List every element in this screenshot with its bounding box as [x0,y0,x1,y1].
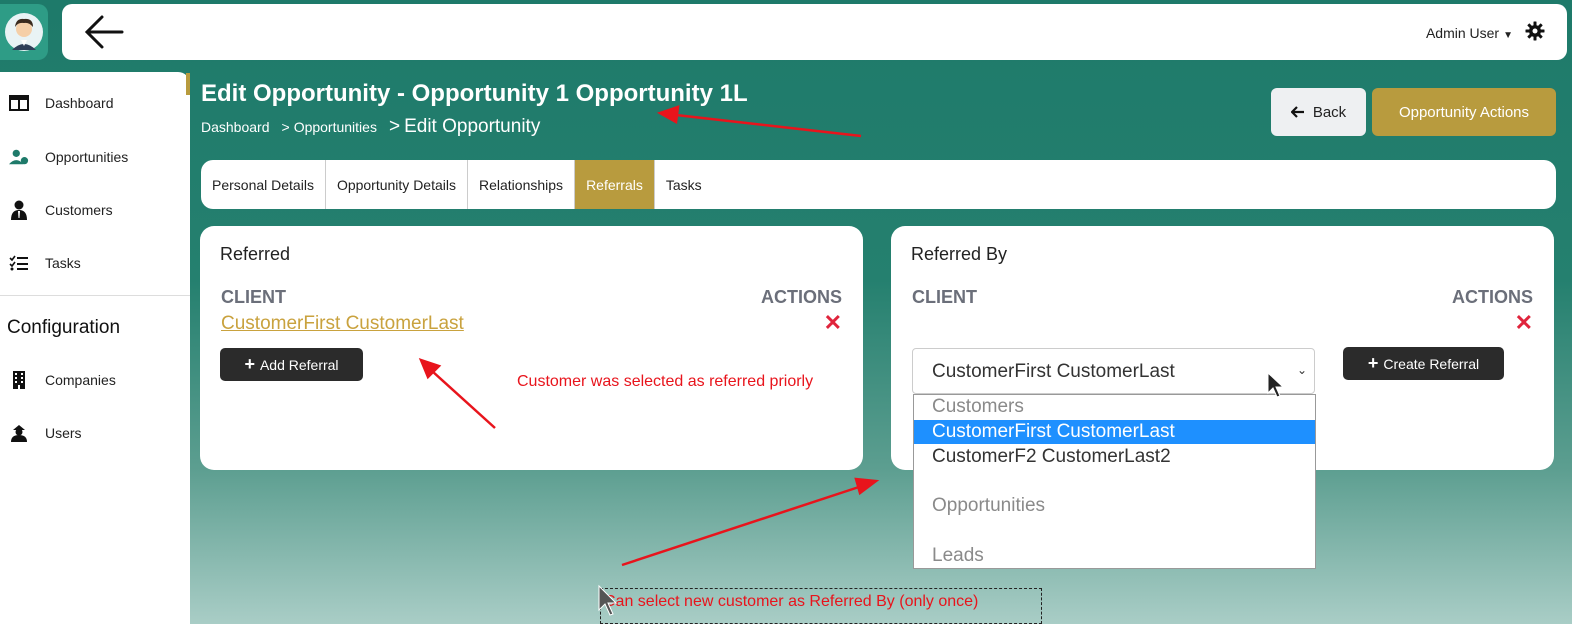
gear-icon[interactable] [1525,21,1545,41]
back-button[interactable]: Back [1271,88,1366,136]
actions-column-header: ACTIONS [1452,287,1533,307]
sidebar-item-dashboard[interactable]: Dashboard [0,85,190,121]
chevron-down-icon: ⌄ [1296,363,1307,377]
sidebar-item-label: Opportunities [45,149,129,165]
select-value: CustomerFirst CustomerLast [932,361,1175,382]
annotation-arrow [656,105,862,138]
user-avatar-icon [5,13,43,51]
sidebar-item-customers[interactable]: Customers [0,192,190,228]
dropdown-group-customers: Customers [932,396,1024,417]
tab-relationships[interactable]: Relationships [468,160,576,209]
back-button-label: Back [1312,103,1347,121]
annotation-arrow [621,477,880,567]
sidebar-config-heading: Configuration [7,317,121,338]
referred-by-select[interactable]: CustomerFirst CustomerLast ⌄ [912,348,1315,394]
breadcrumb-opportunities[interactable]: Opportunities [294,119,377,135]
plus-icon: + [1367,353,1379,373]
opportunity-actions-button[interactable]: Opportunity Actions [1372,88,1556,136]
caret-down-icon: ▼ [1503,30,1513,41]
annotation-referred: Customer was selected as referred priorl… [517,373,814,390]
breadcrumb: Dashboard > Opportunities > Edit Opportu… [201,116,540,138]
sidebar-item-users[interactable]: Users [0,415,190,451]
tab-personal-details[interactable]: Personal Details [201,160,326,209]
add-referral-label: Add Referral [259,356,339,373]
sidebar-item-label: Companies [45,372,116,388]
sidebar-item-opportunities[interactable]: Opportunities [0,139,190,175]
delete-icon[interactable]: ✕ [824,310,842,336]
sidebar-active-marker [186,73,190,95]
dashboard-icon [9,93,29,113]
avatar[interactable] [0,4,48,60]
tab-referrals[interactable]: Referrals [575,160,655,209]
tab-tasks[interactable]: Tasks [655,160,713,209]
breadcrumb-current: Edit Opportunity [404,116,541,137]
referred-by-dropdown[interactable]: Customers CustomerFirst CustomerLast Cus… [913,394,1316,569]
breadcrumb-dashboard[interactable]: Dashboard [201,119,270,135]
dropdown-option[interactable]: CustomerF2 CustomerLast2 [914,445,1315,469]
top-bar: Admin User ▼ [62,4,1567,60]
back-arrow-icon[interactable] [82,12,126,52]
sidebar-divider [0,295,190,296]
annotation-referred-by: Can select new customer as Referred By (… [604,593,979,610]
sidebar-item-label: Users [45,425,82,441]
dropdown-group-leads: Leads [932,545,984,566]
sidebar: Dashboard Opportunities Customers Tasks … [0,72,190,624]
referred-client-link[interactable]: CustomerFirst CustomerLast [221,313,464,335]
arrow-left-icon [1290,106,1304,118]
add-referral-button[interactable]: + Add Referral [220,348,363,381]
building-icon [9,370,29,390]
tab-opportunity-details[interactable]: Opportunity Details [326,160,468,209]
breadcrumb-separator: > [281,119,290,135]
page-title: Edit Opportunity - Opportunity 1 Opportu… [201,80,748,107]
sidebar-item-tasks[interactable]: Tasks [0,245,190,281]
users-icon [9,423,29,443]
plus-icon: + [244,354,255,374]
user-name: Admin User [1425,25,1500,41]
create-referral-button[interactable]: + Create Referral [1343,347,1504,380]
client-column-header: CLIENT [221,287,286,307]
sidebar-item-label: Customers [45,202,113,218]
actions-column-header: ACTIONS [761,287,842,307]
dropdown-option-selected[interactable]: CustomerFirst CustomerLast [914,420,1315,444]
referred-title: Referred [220,244,291,264]
delete-icon[interactable]: ✕ [1515,310,1533,336]
tab-bar: Personal Details Opportunity Details Rel… [201,160,1556,209]
dropdown-group-opportunities: Opportunities [932,495,1046,516]
customer-icon [9,200,29,220]
sidebar-item-label: Dashboard [45,95,114,111]
user-menu[interactable]: Admin User ▼ [1426,25,1513,41]
breadcrumb-separator: > [388,116,401,137]
sidebar-item-companies[interactable]: Companies [0,362,190,398]
referred-by-title: Referred By [911,244,1008,264]
sidebar-item-label: Tasks [45,255,81,271]
create-referral-label: Create Referral [1383,355,1480,372]
referred-card: Referred CLIENT ACTIONS CustomerFirst Cu… [200,226,863,470]
tasks-icon [9,253,29,273]
client-column-header: CLIENT [912,287,977,307]
opportunities-icon [9,147,29,167]
